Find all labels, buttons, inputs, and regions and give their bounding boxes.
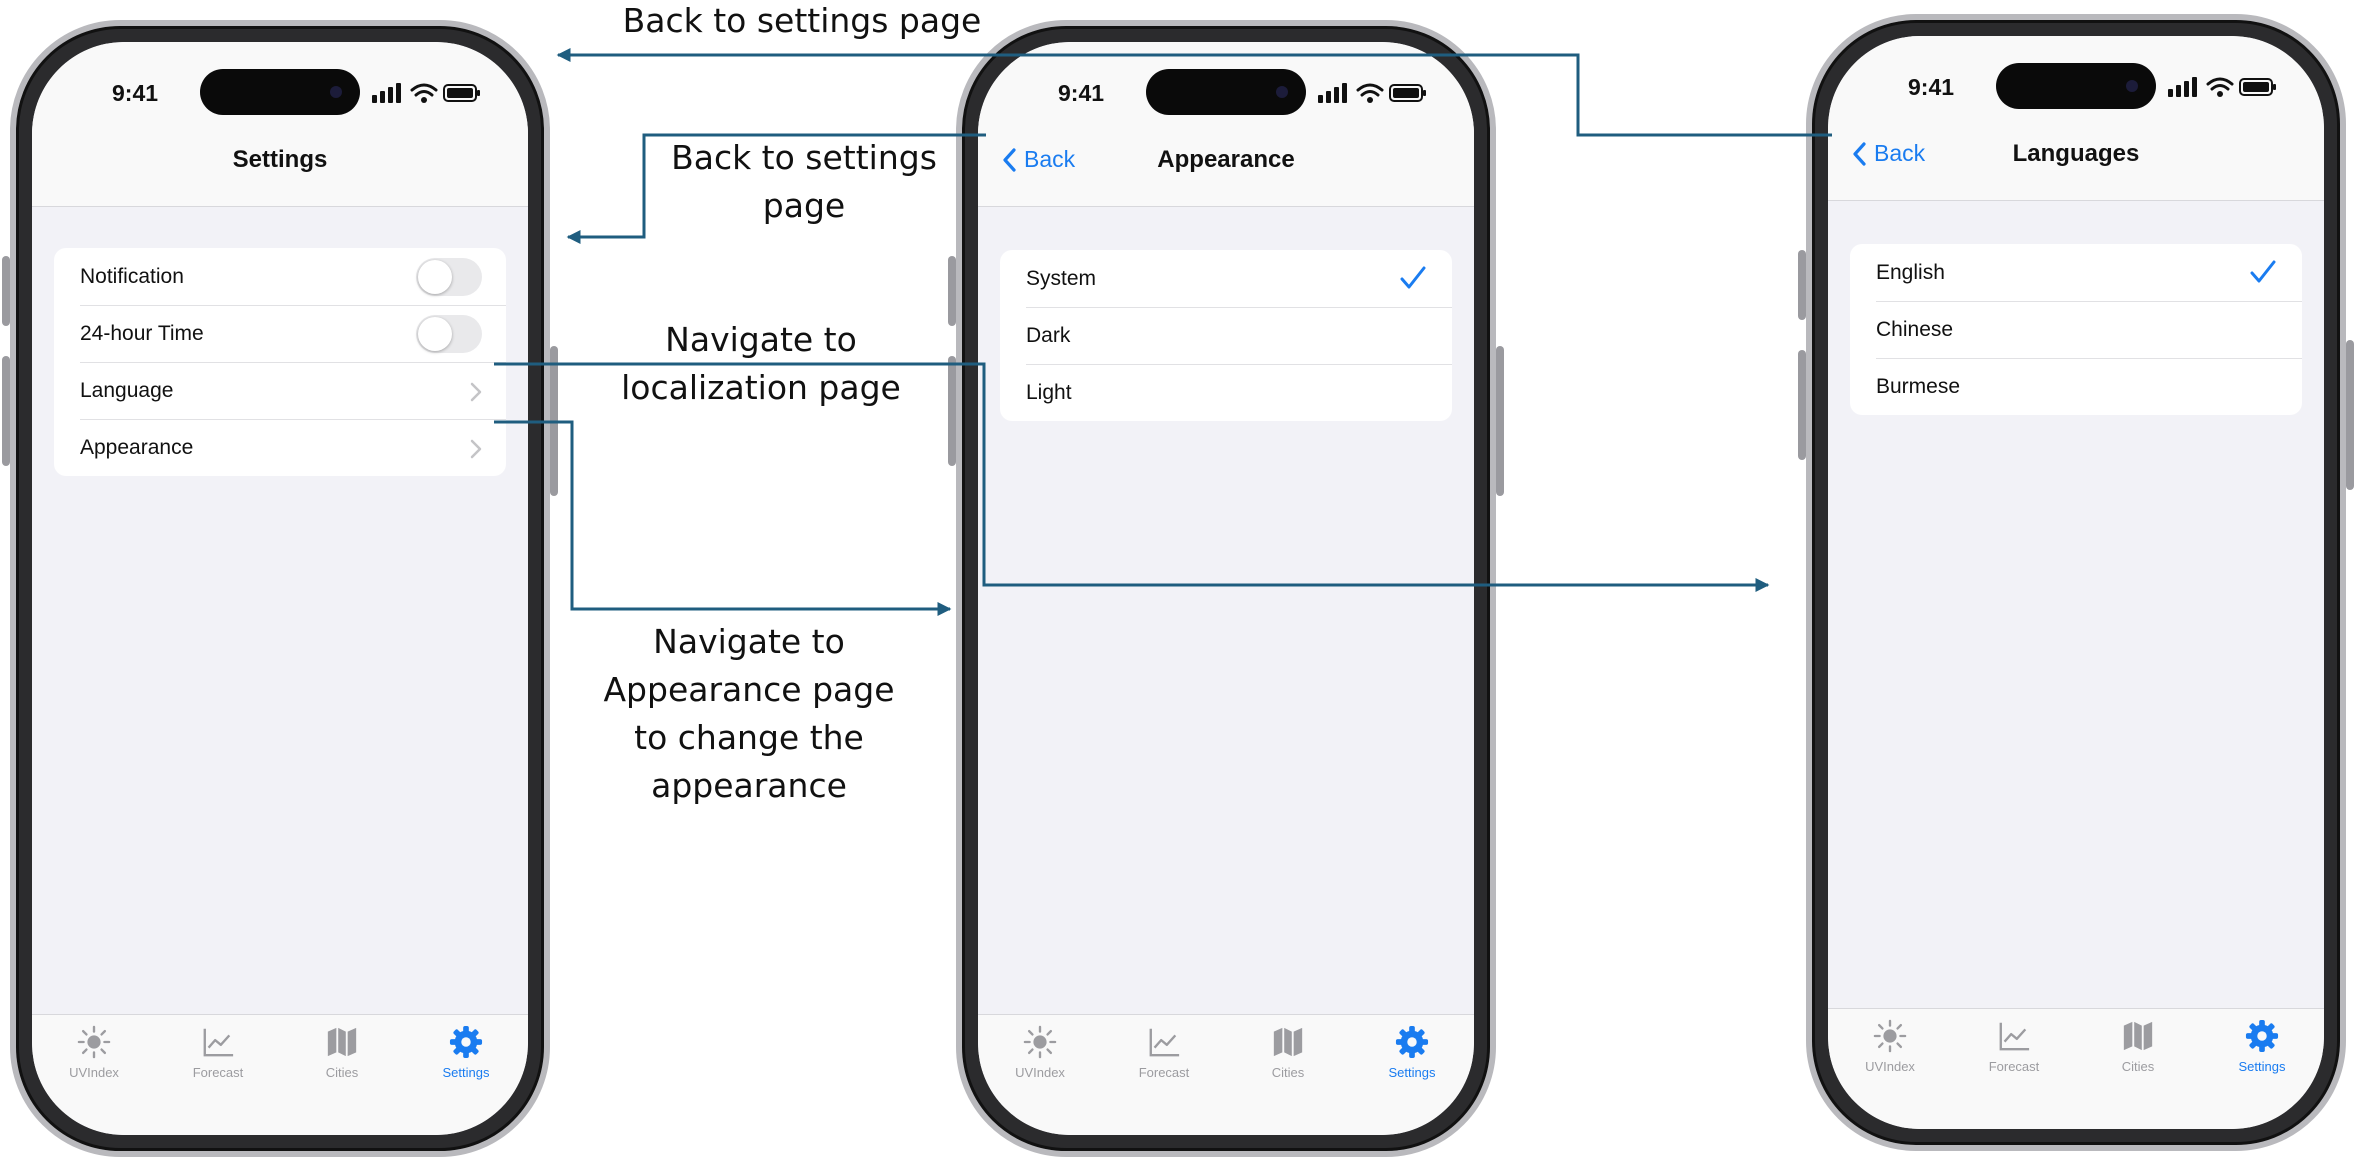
annotation-nav-appearance: Navigate to Appearance page to change th… [603,622,895,805]
arrow-languages-back [556,48,1832,137]
annotation-back-mid: Back to settings page [671,138,937,225]
annotation-nav-localization: Navigate to localization page [621,320,901,407]
arrow-to-appearance [494,420,952,616]
flow-arrows [494,48,1832,616]
annotation-back-top: Back to settings page [622,1,982,40]
